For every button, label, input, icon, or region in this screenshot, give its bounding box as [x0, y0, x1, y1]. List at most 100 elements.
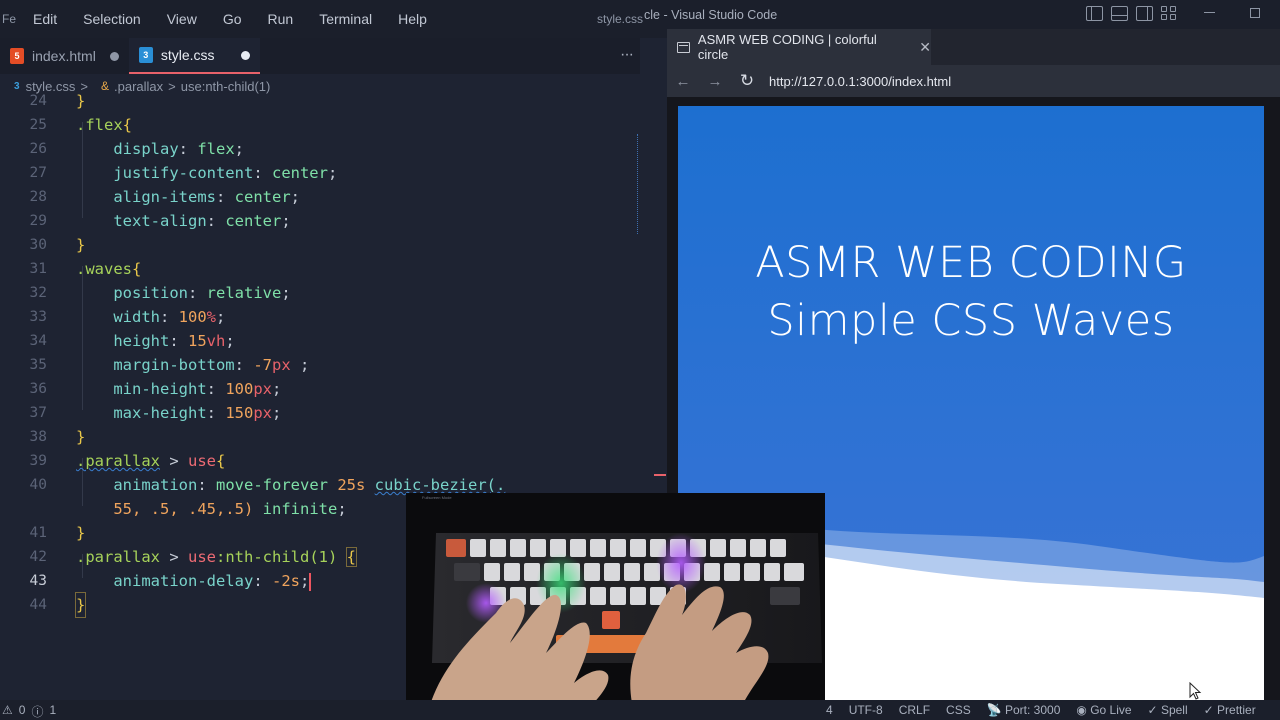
code-text: 55, .5, .45,.5) infinite;: [113, 500, 347, 518]
warning-count: 1: [49, 703, 57, 717]
toggle-panel-icon[interactable]: [1111, 6, 1128, 21]
line-number: 32: [29, 285, 47, 301]
language-mode[interactable]: CSS: [946, 703, 971, 717]
code-line[interactable]: 32 position: relative;: [0, 281, 640, 305]
code-line[interactable]: 39 .parallax > use{: [0, 449, 640, 473]
keyboard-with-hands-image: [426, 533, 822, 720]
line-number: 29: [29, 213, 47, 229]
reload-icon[interactable]: ↻: [731, 71, 763, 91]
menu-go[interactable]: Go: [210, 0, 255, 38]
spell-status[interactable]: ✓ Spell: [1148, 703, 1188, 717]
menu-terminal[interactable]: Terminal: [306, 0, 385, 38]
webcam-label: Fullscreen Mode: [422, 495, 452, 500]
line-number: 28: [29, 189, 47, 205]
check-icon: ✓: [1147, 703, 1161, 717]
code-text: .parallax > use{: [76, 452, 226, 470]
menu-edit[interactable]: Edit: [20, 0, 70, 38]
code-line[interactable]: 28 align-items: center;: [0, 185, 640, 209]
code-line[interactable]: 36 min-height: 100px;: [0, 377, 640, 401]
line-number: 42: [29, 549, 47, 565]
double-check-icon: ✓: [1203, 703, 1218, 717]
editor-tabs: 5 index.html 3 style.css: [0, 38, 640, 74]
forward-arrow-icon[interactable]: →: [699, 73, 731, 90]
layout-controls: [1086, 6, 1178, 21]
tab-style-css[interactable]: 3 style.css: [128, 38, 260, 74]
line-number: 27: [29, 165, 47, 181]
code-line[interactable]: 34 height: 15vh;: [0, 329, 640, 353]
browser-nav-bar: ← → ↻ http://127.0.0.1:3000/index.html: [667, 65, 1280, 97]
tab-label: style.css: [160, 47, 215, 63]
tab-index-html[interactable]: 5 index.html: [0, 38, 129, 74]
text-cursor: [309, 572, 312, 591]
code-text: .parallax > use:nth-child(1) {: [76, 547, 358, 567]
hero-line-1: ASMR WEB CODING: [755, 238, 1187, 288]
line-number: 38: [29, 429, 47, 445]
code-text: margin-bottom: -7px ;: [113, 356, 310, 374]
error-count: 0: [18, 703, 26, 717]
encoding-status[interactable]: UTF-8: [849, 703, 883, 717]
code-text: }: [76, 236, 86, 254]
code-text: }: [76, 428, 86, 446]
code-line[interactable]: 33 width: 100%;: [0, 305, 640, 329]
menu-view[interactable]: View: [154, 0, 210, 38]
toggle-sidebar-icon[interactable]: [1086, 6, 1103, 21]
overview-ruler[interactable]: [637, 134, 640, 234]
ruler-marker: [654, 474, 666, 476]
page-icon: [677, 41, 690, 53]
error-icon: ⚠: [2, 703, 13, 717]
toggle-secondary-sidebar-icon[interactable]: [1136, 6, 1153, 21]
status-right-items: 4 UTF-8 CRLF CSS 📡 Port: 3000 ◉ Go Live …: [826, 703, 1256, 717]
back-arrow-icon[interactable]: ←: [667, 73, 699, 90]
go-live-icon: ◉: [1076, 703, 1091, 717]
browser-tab-title: ASMR WEB CODING | colorful circle: [697, 32, 877, 62]
code-line[interactable]: 31 .waves{: [0, 257, 640, 281]
hero-title: ASMR WEB CODING Simple CSS Waves: [678, 234, 1264, 350]
code-line[interactable]: 26 display: flex;: [0, 137, 640, 161]
go-live-button[interactable]: ◉ Go Live: [1076, 703, 1131, 717]
port-status[interactable]: 📡 Port: 3000: [987, 703, 1061, 717]
code-line[interactable]: 25 .flex{: [0, 113, 640, 137]
line-number: 43: [29, 573, 47, 589]
line-number: 34: [29, 333, 47, 349]
menu-selection[interactable]: Selection: [70, 0, 154, 38]
code-line[interactable]: 30}: [0, 233, 640, 257]
status-bar: ⚠ 0 ⓘ 1 4 UTF-8 CRLF CSS 📡 Port: 3000 ◉ …: [0, 700, 1280, 720]
menu-run[interactable]: Run: [255, 0, 307, 38]
line-number: 26: [29, 141, 47, 157]
line-number: 25: [29, 117, 47, 133]
indent-status[interactable]: 4: [826, 703, 833, 717]
line-number: 39: [29, 453, 47, 469]
menu-help[interactable]: Help: [385, 0, 440, 38]
line-number: 31: [29, 261, 47, 277]
unsaved-dot-icon[interactable]: [109, 51, 119, 61]
code-line[interactable]: 27 justify-content: center;: [0, 161, 640, 185]
warning-icon: ⓘ: [31, 705, 44, 719]
code-text: width: 100%;: [113, 308, 226, 326]
code-text: max-height: 150px;: [113, 404, 282, 422]
customize-layout-icon[interactable]: [1161, 6, 1178, 21]
problems-indicator[interactable]: ⚠ 0 ⓘ 1: [2, 703, 56, 720]
eol-status[interactable]: CRLF: [899, 703, 930, 717]
code-line[interactable]: 29 text-align: center;: [0, 209, 640, 233]
code-line[interactable]: 35 margin-bottom: -7px ;: [0, 353, 640, 377]
tab-label: index.html: [32, 48, 96, 64]
code-line[interactable]: 37 max-height: 150px;: [0, 401, 640, 425]
line-number: 30: [29, 237, 47, 253]
code-text: }: [76, 524, 86, 542]
browser-tab[interactable]: ASMR WEB CODING | colorful circle ✕: [667, 29, 931, 65]
unsaved-dot-icon[interactable]: [240, 50, 250, 60]
close-icon[interactable]: ✕: [919, 39, 931, 56]
code-line[interactable]: 24}: [0, 89, 640, 113]
code-text: display: flex;: [113, 140, 244, 158]
maximize-icon[interactable]: [1250, 8, 1260, 18]
minimize-icon[interactable]: [1204, 12, 1215, 13]
mouse-pointer-icon: [1189, 682, 1202, 700]
window-title-left: style.css: [597, 12, 644, 26]
more-actions-icon[interactable]: ···: [620, 46, 634, 64]
prettier-status[interactable]: ✓ Prettier: [1204, 703, 1256, 717]
code-text: min-height: 100px;: [113, 380, 282, 398]
address-bar[interactable]: http://127.0.0.1:3000/index.html: [769, 74, 951, 89]
code-line[interactable]: 38}: [0, 425, 640, 449]
line-number: 40: [29, 477, 47, 493]
line-number: 35: [29, 357, 47, 373]
